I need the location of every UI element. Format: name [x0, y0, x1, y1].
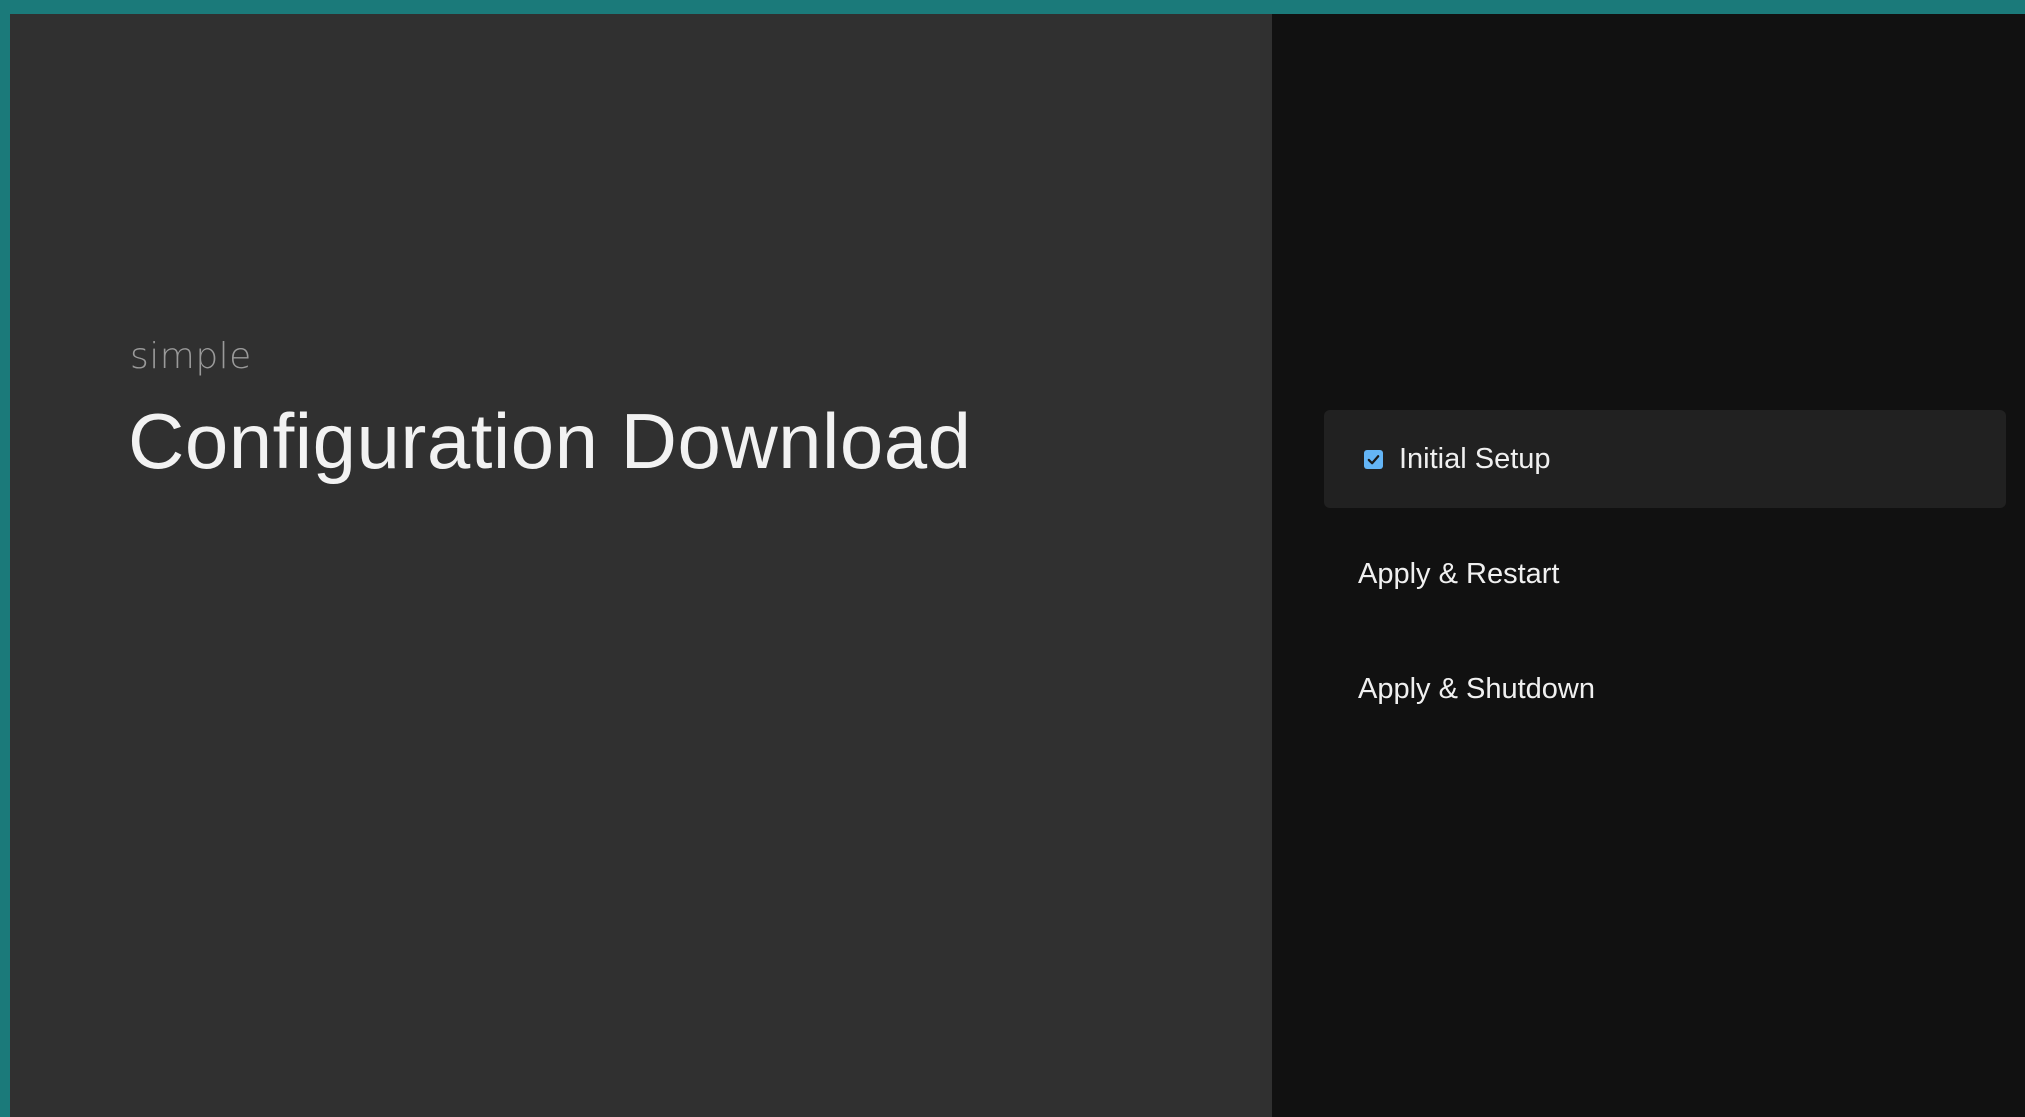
- action-item-apply-restart[interactable]: Apply & Restart: [1324, 525, 2006, 623]
- page-title: Configuration Download: [128, 397, 972, 485]
- checkbox-checked-icon[interactable]: [1364, 449, 1383, 469]
- guidance-panel: simple Configuration Download: [10, 14, 1272, 1117]
- actions-panel: Initial Setup Apply & Restart Apply & Sh…: [1272, 14, 2025, 1117]
- action-item-label: Apply & Restart: [1358, 557, 1560, 590]
- action-item-initial-setup[interactable]: Initial Setup: [1324, 410, 2006, 508]
- guided-step-screen: simple Configuration Download Initial Se…: [10, 14, 2025, 1117]
- action-item-label: Apply & Shutdown: [1358, 672, 1595, 705]
- guidance-breadcrumb: simple: [130, 336, 252, 377]
- action-list: Initial Setup Apply & Restart Apply & Sh…: [1324, 410, 2006, 755]
- action-item-label: Initial Setup: [1399, 442, 1551, 475]
- action-item-apply-shutdown[interactable]: Apply & Shutdown: [1324, 640, 2006, 738]
